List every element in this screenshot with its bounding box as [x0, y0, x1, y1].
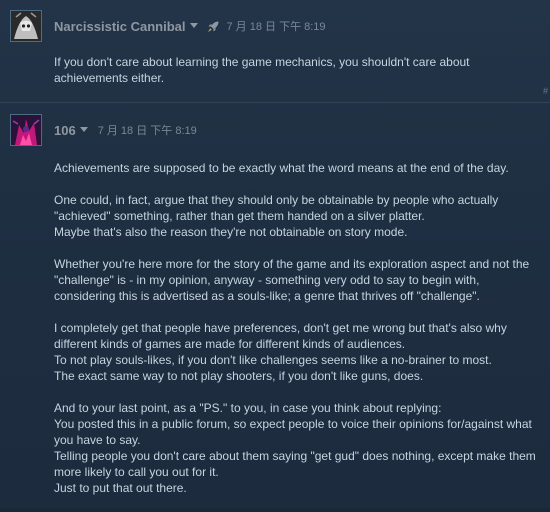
comment-line: One could, in fact, argue that they shou…	[54, 193, 499, 207]
post-timestamp: 7 月 18 日 下午 8:19	[97, 125, 197, 137]
comment-line: "challenge" is - in my opinion, anyway -…	[54, 273, 480, 287]
comment-line: And to your last point, as a "PS." to yo…	[54, 401, 442, 415]
comment-header: Narcissistic Cannibal 7 月 18 日 下午 8:19	[10, 10, 326, 42]
author-name[interactable]: Narcissistic Cannibal	[54, 19, 186, 34]
comment-line: If you don't care about learning the gam…	[54, 55, 470, 69]
chevron-down-icon[interactable]	[189, 22, 198, 28]
comment-line: different kinds of games are made for di…	[54, 337, 406, 351]
avatar[interactable]	[10, 10, 42, 42]
discussion-thread: Narcissistic Cannibal 7 月 18 日 下午 8:19 I…	[0, 0, 550, 508]
comment-line: I completely get that people have prefer…	[54, 321, 507, 335]
comment-line: The exact same way to not play shooters,…	[54, 369, 424, 383]
comment-line: To not play souls-likes, if you don't li…	[54, 353, 492, 367]
comment-body: If you don't care about learning the gam…	[54, 54, 542, 102]
comment-post: 106 7 月 18 日 下午 8:19 Achievements are su…	[0, 104, 550, 508]
comment-permalink[interactable]: #	[543, 86, 548, 96]
comment-body: Achievements are supposed to be exactly …	[54, 160, 542, 512]
chevron-down-icon[interactable]	[79, 126, 88, 132]
author-name[interactable]: 106	[54, 123, 76, 138]
rocket-icon	[207, 19, 221, 33]
comment-line: Whether you're here more for the story o…	[54, 257, 530, 271]
comment-header: 106 7 月 18 日 下午 8:19	[10, 114, 197, 146]
post-timestamp: 7 月 18 日 下午 8:19	[226, 21, 326, 33]
comment-line: You posted this in a public forum, so ex…	[54, 417, 532, 431]
comment-line: Maybe that's also the reason they're not…	[54, 225, 408, 239]
comment-line: achievements either.	[54, 71, 165, 85]
comment-line: you have to say.	[54, 433, 141, 447]
comment-line: Achievements are supposed to be exactly …	[54, 161, 509, 175]
avatar[interactable]	[10, 114, 42, 146]
comment-line: Telling people you don't care about them…	[54, 449, 536, 463]
comment-line: considering this is advertised as a soul…	[54, 289, 480, 303]
comment-line: Just to put that out there.	[54, 481, 187, 495]
comment-line: "achieved" something, rather than get th…	[54, 209, 425, 223]
comment-post: Narcissistic Cannibal 7 月 18 日 下午 8:19 I…	[0, 0, 550, 102]
post-divider	[0, 102, 550, 103]
comment-line: more likely to call you out for it.	[54, 465, 219, 479]
